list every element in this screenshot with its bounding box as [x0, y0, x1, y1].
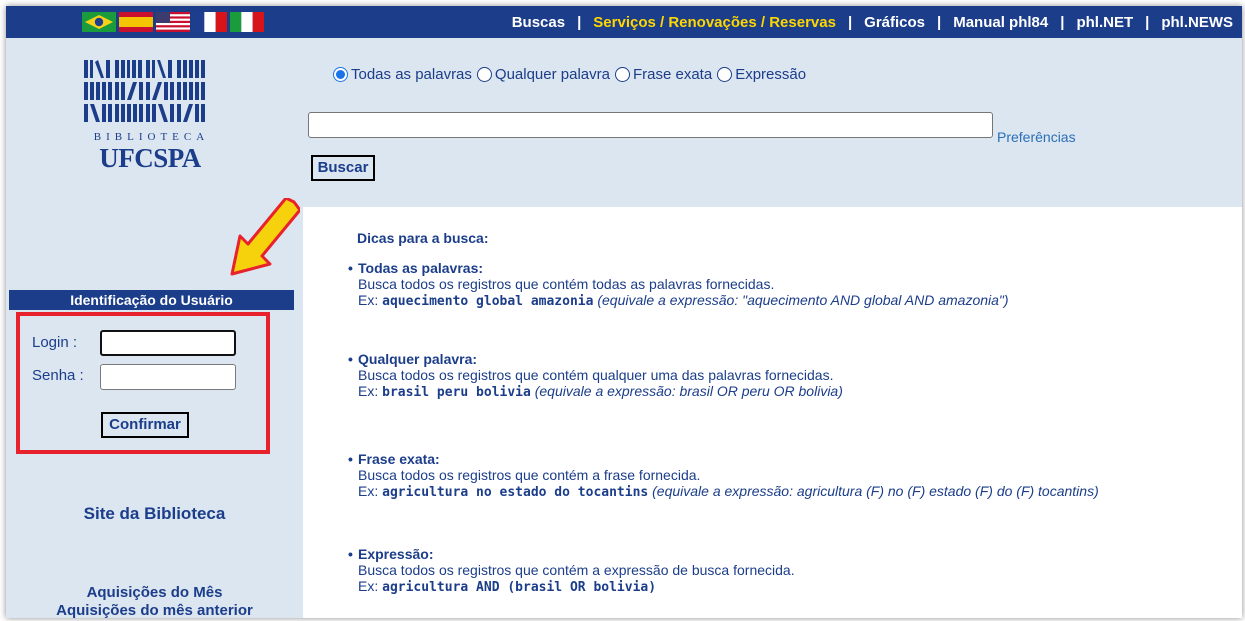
search-input[interactable] [308, 112, 993, 138]
tip-note: (equivale a expressão: brasil OR peru OR… [534, 383, 843, 399]
radio-unchecked-icon[interactable] [614, 67, 630, 82]
tip-item: • Todas as palavras: Busca todos os regis… [348, 260, 1238, 310]
tip-note: (equivale a expressão: "aquecimento AND … [597, 292, 1009, 308]
top-nav-bar: Buscas | Serviços / Renovações / Reserva… [6, 6, 1242, 38]
search-panel: Todas as palavras Qualquer palavra Frase… [303, 38, 1242, 207]
nav-phl-net[interactable]: phl.NET [1076, 14, 1133, 31]
bullet-icon: • [348, 546, 353, 562]
main-nav: Buscas | Serviços / Renovações / Reserva… [512, 6, 1233, 38]
usa-flag-icon[interactable] [156, 12, 190, 32]
preferences-link[interactable]: Preferências [997, 129, 1076, 145]
logo-subtitle: BIBLIOTECA [93, 131, 210, 143]
nav-separator: | [847, 13, 853, 31]
radio-qualquer-palavra[interactable]: Qualquer palavra [476, 66, 610, 83]
acquisitions-month-link[interactable]: Aquisições do Mês [6, 584, 303, 601]
language-flags [82, 12, 264, 32]
books-logo-icon [84, 60, 220, 122]
tip-example-line: Ex: brasil peru bolivia (equivale a expr… [358, 383, 843, 400]
confirm-button[interactable]: Confirmar [101, 412, 189, 438]
tip-example: brasil peru bolivia [382, 385, 531, 400]
tip-example-line: Ex: aquecimento global amazonia (equival… [358, 292, 1009, 309]
radio-expressao[interactable]: Expressão [717, 66, 806, 83]
tip-title: Frase exata: [358, 451, 440, 467]
tip-note: (equivale a expressão: agricultura (F) n… [652, 483, 1099, 499]
login-input[interactable] [100, 330, 236, 356]
tip-example: agricultura AND (brasil OR bolivia) [382, 580, 657, 595]
tip-example: aquecimento global amazonia [382, 294, 594, 309]
nav-separator: | [1060, 13, 1065, 31]
radio-unchecked-icon[interactable] [476, 67, 492, 82]
france-flag-icon[interactable] [193, 12, 227, 32]
search-mode-options: Todas as palavras Qualquer palavra Frase… [333, 66, 811, 83]
bullet-icon: • [348, 451, 353, 467]
tips-title: Dicas para a busca: [357, 230, 489, 246]
search-button[interactable]: Buscar [311, 155, 375, 181]
logo-name: UFCSPA [99, 143, 201, 173]
radio-frase-exata[interactable]: Frase exata [614, 66, 712, 83]
password-input[interactable] [100, 364, 236, 390]
radio-checked-icon[interactable] [333, 67, 348, 82]
tip-example-line: Ex: agricultura AND (brasil OR bolivia) [358, 578, 657, 595]
tip-example-line: Ex: agricultura no estado do tocantins (… [358, 483, 1099, 500]
brazil-flag-icon[interactable] [82, 12, 116, 32]
nav-servicos[interactable]: Serviços / Renovações / Reservas [593, 14, 836, 31]
tip-title: Todas as palavras: [358, 260, 484, 276]
bullet-icon: • [348, 260, 353, 276]
radio-todas-palavras[interactable]: Todas as palavras [333, 66, 472, 83]
tip-item: • Expressão: Busca todos os registros que… [348, 546, 1238, 596]
left-sidebar: BIBLIOTECA UFCSPA Identificação do Usuár… [6, 38, 303, 618]
tip-example: agricultura no estado do tocantins [382, 485, 649, 500]
nav-separator: | [1145, 13, 1150, 31]
radio-unchecked-icon[interactable] [717, 67, 733, 82]
nav-graficos[interactable]: Gráficos [864, 14, 925, 31]
tip-description: Busca todos os registros que contém qual… [358, 367, 834, 383]
tip-item: • Frase exata: Busca todos os registros q… [348, 451, 1238, 501]
nav-phl-news[interactable]: phl.NEWS [1161, 14, 1233, 31]
spain-flag-icon[interactable] [119, 12, 153, 32]
tip-title: Qualquer palavra: [358, 351, 478, 367]
login-label: Login : [32, 334, 78, 351]
tip-description: Busca todos os registros que contém toda… [358, 276, 775, 292]
tip-description: Busca todos os registros que contém a fr… [358, 467, 701, 483]
library-logo[interactable]: BIBLIOTECA UFCSPA [80, 60, 220, 174]
bullet-icon: • [348, 351, 353, 367]
browser-page: Buscas | Serviços / Renovações / Reserva… [6, 6, 1242, 618]
nav-buscas[interactable]: Buscas [512, 14, 565, 31]
nav-manual[interactable]: Manual phl84 [953, 14, 1048, 31]
arrow-pointer-icon [230, 198, 300, 276]
password-label: Senha : [32, 367, 84, 384]
login-form: Login : Senha : Confirmar [16, 312, 270, 454]
acquisitions-prev-month-link[interactable]: Aquisições do mês anterior [6, 602, 303, 618]
tip-item: • Qualquer palavra: Busca todos os regist… [348, 351, 1238, 401]
tip-description: Busca todos os registros que contém a ex… [358, 562, 795, 578]
nav-separator: | [937, 13, 942, 31]
search-tips: Dicas para a busca: • Todas as palavras: … [348, 230, 1238, 595]
tip-title: Expressão: [358, 546, 434, 562]
login-header: Identificação do Usuário [9, 290, 294, 310]
italy-flag-icon[interactable] [230, 12, 264, 32]
nav-separator: | [577, 13, 582, 31]
library-site-link[interactable]: Site da Biblioteca [6, 504, 303, 524]
